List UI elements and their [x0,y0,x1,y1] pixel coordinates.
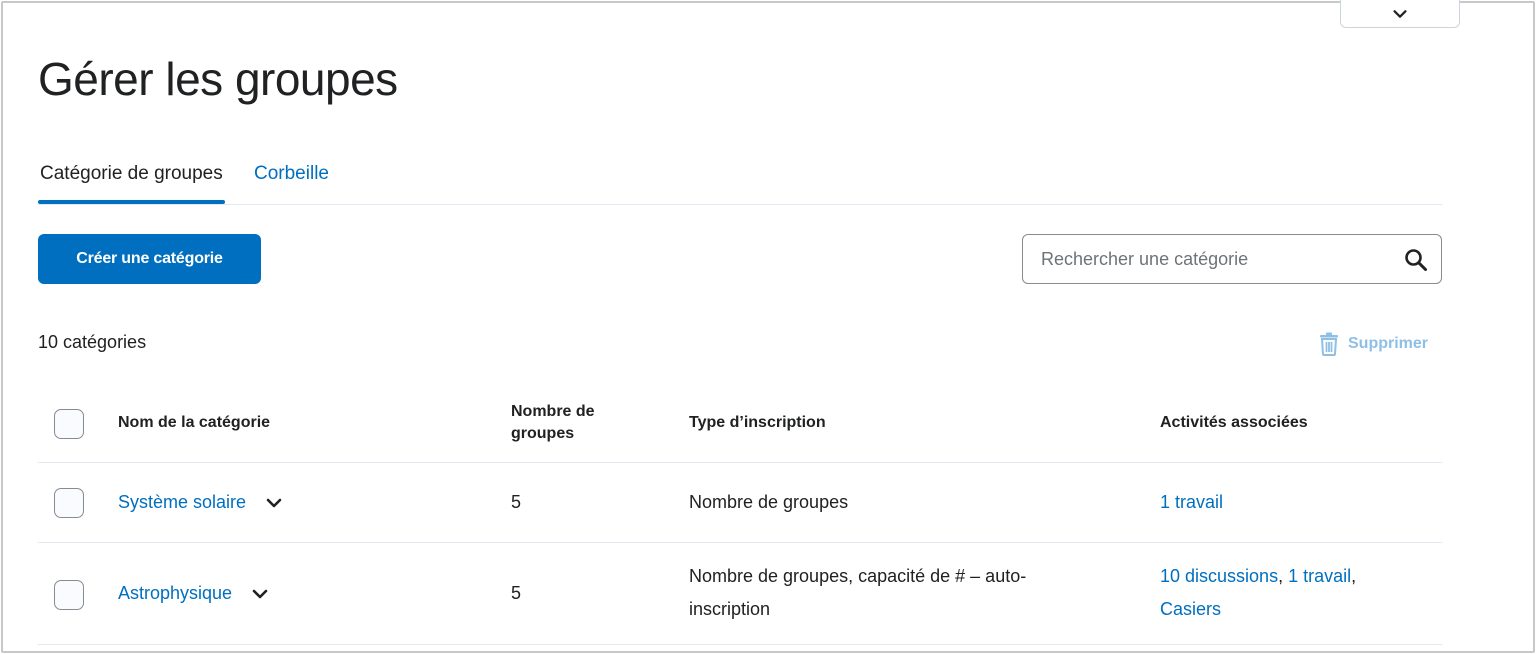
enrollment-type-cell: Nombre de groupes [689,492,849,512]
create-category-button[interactable]: Créer une catégorie [38,234,261,284]
activities-cell: 1 travail [1160,486,1440,519]
chevron-down-icon[interactable] [250,584,270,604]
chevron-down-icon[interactable] [264,493,284,513]
header-groups-count: Nombre de groupes [511,403,595,442]
activity-separator: , [1351,566,1357,586]
tab-group-categories[interactable]: Catégorie de groupes [40,160,223,188]
category-link[interactable]: Astrophysique [118,577,232,610]
table-row: Système solaire 5 Nombre de groupes 1 tr… [38,463,1442,543]
collapse-toggle[interactable] [1340,0,1460,28]
active-tab-indicator [38,200,225,204]
activities-cell: 10 discussions, 1 travail, Casiers [1160,560,1440,626]
table-row: Astrophysique 5 Nombre de groupes, capac… [38,543,1442,645]
search-input[interactable] [1041,235,1401,283]
delete-button[interactable]: Supprimer [1318,332,1428,356]
header-category-name: Nom de la catégorie [118,414,271,431]
category-name-cell: Système solaire [118,486,284,519]
groups-count-cell: 5 [511,583,522,603]
delete-label: Supprimer [1348,335,1429,352]
tab-list: Catégorie de groupes Corbeille [38,152,1442,205]
header-enrollment-type: Type d’inscription [689,414,826,431]
page-title: Gérer les groupes [38,53,398,105]
search-box [1022,234,1442,284]
header-activities: Activités associées [1160,414,1308,431]
category-name-cell: Astrophysique [118,577,270,610]
categories-table: Nom de la catégorie Nombre de groupes Ty… [38,385,1442,645]
activity-link[interactable]: 1 travail [1160,492,1223,512]
select-all-checkbox[interactable] [54,409,84,439]
chevron-down-icon [1393,9,1407,18]
tab-trash[interactable]: Corbeille [254,160,329,188]
activity-link[interactable]: 10 discussions [1160,566,1278,586]
trash-icon [1320,332,1338,356]
activity-link[interactable]: Casiers [1160,599,1221,619]
activity-link[interactable]: 1 travail [1288,566,1351,586]
row-checkbox[interactable] [54,488,84,518]
table-header-row: Nom de la catégorie Nombre de groupes Ty… [38,385,1442,463]
groups-count-cell: 5 [511,492,522,512]
search-icon[interactable] [1403,247,1429,273]
category-link[interactable]: Système solaire [118,486,246,519]
activity-separator: , [1278,566,1289,586]
category-count: 10 catégories [38,332,147,352]
row-checkbox[interactable] [54,580,84,610]
enrollment-type-cell: Nombre de groupes, capacité de # – auto-… [689,566,1027,619]
